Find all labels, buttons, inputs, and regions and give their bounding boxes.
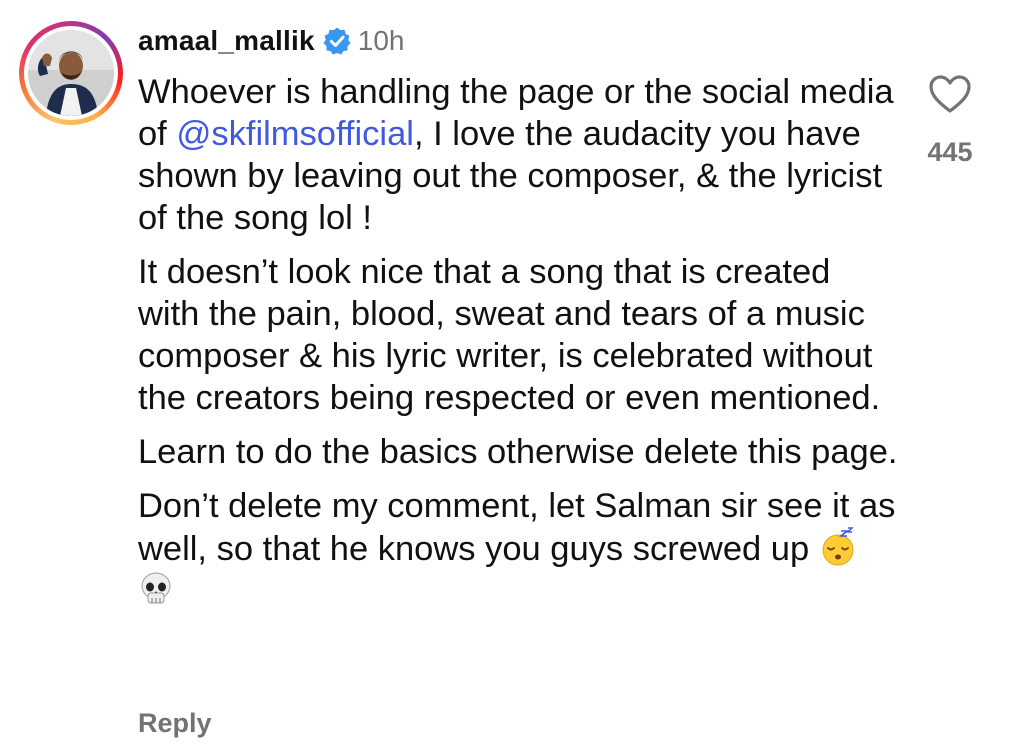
skull-emoji-icon: 💀	[141, 572, 171, 604]
comment-body: amaal_mallik 10h Whoever is handling the…	[138, 20, 898, 612]
comment-paragraph-2: It doesn’t look nice that a song that is…	[138, 253, 881, 417]
comment-paragraph-1: Whoever is handling the page or the soci…	[138, 71, 898, 239]
paragraph-text: Don’t delete my comment, let Salman sir …	[138, 487, 896, 568]
comment-timestamp: 10h	[357, 25, 405, 56]
sleeping-face-emoji-icon: 😴	[822, 527, 854, 566]
username[interactable]: amaal_mallik	[138, 20, 315, 62]
reply-button[interactable]: Reply	[138, 703, 212, 743]
avatar-image	[28, 30, 114, 116]
comment-paragraph-3: Learn to do the basics otherwise delete …	[138, 433, 898, 471]
like-control: 445	[925, 74, 975, 167]
heart-outline-icon[interactable]	[928, 74, 972, 114]
comment-paragraph-4: Don’t delete my comment, let Salman sir …	[138, 485, 898, 612]
avatar	[28, 30, 114, 116]
like-count: 445	[927, 137, 973, 167]
story-ring-avatar[interactable]	[19, 21, 123, 125]
comment-header: amaal_mallik 10h	[138, 20, 898, 62]
mention-link[interactable]: @skfilmsofficial	[176, 115, 414, 153]
comment: amaal_mallik 10h Whoever is handling the…	[0, 0, 1024, 745]
verified-badge-icon	[323, 27, 351, 55]
avatar-ring-gap	[24, 26, 118, 120]
